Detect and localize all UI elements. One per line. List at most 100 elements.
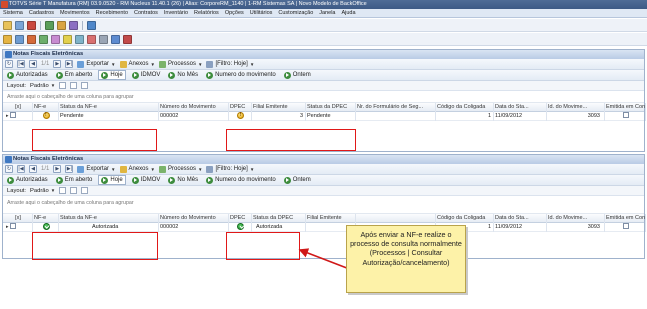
column-header-data-status[interactable]: Data do Sta... <box>494 214 547 223</box>
prev-page-icon[interactable]: ◀ <box>29 165 37 173</box>
column-header-numero-movimento[interactable]: Número do Movimento <box>159 103 229 112</box>
folder-icon[interactable] <box>3 20 12 30</box>
column-header-formulario[interactable]: Nr. do Formulário de Seg... <box>356 103 436 112</box>
settings-icon[interactable] <box>99 34 108 44</box>
column-header-nfe[interactable]: NF-e <box>33 103 59 112</box>
last-page-icon[interactable]: ▶| <box>65 60 74 68</box>
exportar-button[interactable]: Exportar ▼ <box>77 165 116 173</box>
stop-icon[interactable] <box>87 34 96 44</box>
window-icon[interactable] <box>15 20 24 30</box>
report-icon[interactable] <box>75 34 84 44</box>
column-header-emitida-contingencia[interactable]: Emitida em Conting... <box>605 103 646 112</box>
tab-idmov[interactable]: IDMOV <box>130 71 163 79</box>
anexos-button[interactable]: Anexos ▼ <box>119 165 155 173</box>
tab-ontem[interactable]: Ontem <box>282 176 313 184</box>
truck-icon[interactable] <box>15 34 24 44</box>
first-page-icon[interactable]: |◀ <box>17 165 25 173</box>
column-header-status-nfe[interactable]: Status da NF-e <box>59 103 159 112</box>
tab-hoje[interactable]: Hoje <box>98 70 126 80</box>
box-icon[interactable] <box>3 34 12 44</box>
table-row[interactable]: ▸ Pendente 000002 3 Pendente 1 11/09/201… <box>3 112 646 121</box>
processos-button[interactable]: Processos ▼ <box>158 165 202 173</box>
columns-icon[interactable] <box>81 82 89 89</box>
tab-autorizadas[interactable]: Autorizadas <box>5 71 50 79</box>
column-header-status-dpec[interactable]: Status da DPEC <box>306 103 356 112</box>
save-layout-icon[interactable] <box>59 187 67 194</box>
filter-button[interactable]: [Filtro: Hoje] ▼ <box>206 165 254 173</box>
column-header-dpec[interactable]: DPEC <box>229 103 252 112</box>
column-header-select[interactable]: [x] <box>3 214 33 223</box>
menu-contratos[interactable]: Contratos <box>134 10 158 16</box>
user-icon[interactable] <box>69 20 78 30</box>
tab-autorizadas[interactable]: Autorizadas <box>5 176 50 184</box>
column-header-numero-movimento[interactable]: Número do Movimento <box>159 214 229 223</box>
contingencia-checkbox[interactable] <box>622 112 629 119</box>
column-header-id-movimento[interactable]: Id. do Movime... <box>547 103 605 112</box>
first-page-icon[interactable]: |◀ <box>17 60 25 68</box>
tab-numero-movimento[interactable]: Numero do movimento <box>204 176 278 184</box>
row-select-cell[interactable]: ▸ <box>3 112 33 121</box>
grid-options-icon[interactable] <box>70 187 78 194</box>
layout-select[interactable]: Padrão ▼ <box>30 188 55 194</box>
calendar-icon[interactable] <box>111 34 120 44</box>
column-header-select[interactable]: [x] <box>3 103 33 112</box>
group-by-area[interactable]: Arraste aqui o cabeçalho de uma coluna p… <box>3 91 644 103</box>
refresh-icon[interactable] <box>45 20 54 30</box>
refresh-icon[interactable]: ↻ <box>5 60 13 68</box>
menu-customizacao[interactable]: Customização <box>278 10 313 16</box>
column-header-formulario[interactable] <box>356 214 436 223</box>
tab-numero-movimento[interactable]: Numero do movimento <box>204 71 278 79</box>
calculator-icon[interactable] <box>63 34 72 44</box>
column-header-id-movimento[interactable]: Id. do Movime... <box>547 214 605 223</box>
column-header-emitida-contingencia[interactable]: Emitida em Conting... <box>605 214 646 223</box>
row-select-cell[interactable]: ▸ <box>3 223 33 232</box>
tab-no-mes[interactable]: No Mês <box>166 176 200 184</box>
tab-em-aberto[interactable]: Em aberto <box>54 176 95 184</box>
anexos-button[interactable]: Anexos ▼ <box>119 60 155 68</box>
tab-em-aberto[interactable]: Em aberto <box>54 71 95 79</box>
document-icon[interactable] <box>27 34 36 44</box>
column-header-coligada[interactable]: Código da Coligada <box>436 103 494 112</box>
prev-page-icon[interactable]: ◀ <box>29 60 37 68</box>
tab-hoje[interactable]: Hoje <box>98 175 126 185</box>
tab-idmov[interactable]: IDMOV <box>130 176 163 184</box>
tab-ontem[interactable]: Ontem <box>282 71 313 79</box>
pdf-icon[interactable] <box>123 34 132 44</box>
menu-cadastros[interactable]: Cadastros <box>29 10 54 16</box>
row-checkbox[interactable] <box>10 223 17 230</box>
chart-icon[interactable] <box>51 34 60 44</box>
menu-sistema[interactable]: Sistema <box>3 10 23 16</box>
key-icon[interactable] <box>57 20 66 30</box>
next-page-icon[interactable]: ▶ <box>53 165 62 173</box>
column-header-filial[interactable]: Filial Emitente <box>252 103 306 112</box>
filter-button[interactable]: [Filtro: Hoje] ▼ <box>206 60 254 68</box>
last-page-icon[interactable]: ▶| <box>65 165 74 173</box>
invoice-icon[interactable] <box>39 34 48 44</box>
column-header-data-status[interactable]: Data do Sta... <box>494 103 547 112</box>
column-header-status-dpec[interactable]: Status da DPEC <box>252 214 306 223</box>
column-header-dpec[interactable]: DPEC <box>229 214 252 223</box>
column-header-status-nfe[interactable]: Status da NF-e <box>59 214 159 223</box>
column-header-nfe[interactable]: NF-e <box>33 214 59 223</box>
contingencia-checkbox[interactable] <box>622 223 629 230</box>
table-row[interactable]: ▸ Autorizada 000002 Autorizada 1 11/09/2… <box>3 223 646 232</box>
close-window-icon[interactable] <box>27 20 36 30</box>
group-by-area[interactable]: Arraste aqui o cabeçalho de uma coluna p… <box>3 196 644 214</box>
grid-options-icon[interactable] <box>70 82 78 89</box>
menu-inventario[interactable]: Inventário <box>164 10 188 16</box>
menu-recebimento[interactable]: Recebimento <box>96 10 128 16</box>
save-layout-icon[interactable] <box>59 82 67 89</box>
column-header-coligada[interactable]: Código da Coligada <box>436 214 494 223</box>
column-header-filial[interactable]: Filial Emitente <box>306 214 356 223</box>
menu-janela[interactable]: Janela <box>319 10 335 16</box>
next-page-icon[interactable]: ▶ <box>53 60 62 68</box>
tab-no-mes[interactable]: No Mês <box>166 71 200 79</box>
menu-movimentos[interactable]: Movimentos <box>60 10 90 16</box>
columns-icon[interactable] <box>81 187 89 194</box>
row-checkbox[interactable] <box>10 112 17 119</box>
menu-ajuda[interactable]: Ajuda <box>341 10 355 16</box>
menu-utilitarios[interactable]: Utilitários <box>250 10 273 16</box>
layout-select[interactable]: Padrão ▼ <box>30 83 55 89</box>
processos-button[interactable]: Processos ▼ <box>158 60 202 68</box>
menu-opcoes[interactable]: Opções <box>225 10 244 16</box>
